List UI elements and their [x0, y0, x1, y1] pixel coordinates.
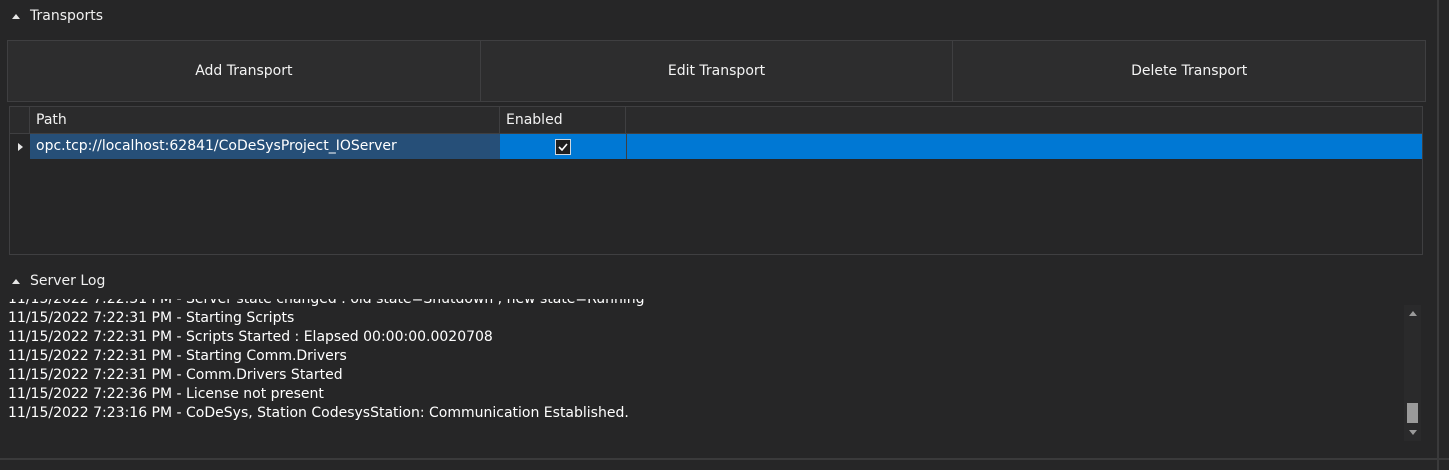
log-line: 11/15/2022 7:23:16 PM - CoDeSys, Station… — [8, 405, 629, 421]
right-divider — [1437, 0, 1439, 470]
server-log-section-header[interactable]: Server Log — [12, 270, 105, 292]
log-line: 11/15/2022 7:22:31 PM - Starting Comm.Dr… — [8, 348, 347, 364]
enabled-cell[interactable] — [500, 134, 626, 159]
scrollbar-thumb[interactable] — [1407, 403, 1418, 423]
transports-section-header[interactable]: Transports — [12, 5, 103, 27]
transports-grid[interactable]: Path Enabled opc.tcp://localhost:62841/C… — [9, 106, 1423, 255]
path-cell[interactable]: opc.tcp://localhost:62841/CoDeSysProject… — [30, 134, 500, 159]
edit-transport-button[interactable]: Edit Transport — [480, 41, 954, 101]
log-line: 11/15/2022 7:22:31 PM - Starting Scripts — [8, 310, 295, 326]
row-header[interactable] — [10, 134, 30, 159]
delete-transport-button[interactable]: Delete Transport — [953, 41, 1426, 101]
column-header-enabled[interactable]: Enabled — [500, 107, 626, 133]
log-line: 11/15/2022 7:22:31 PM - Comm.Drivers Sta… — [8, 367, 343, 383]
log-line: 11/15/2022 7:22:36 PM - License not pres… — [8, 386, 324, 402]
bottom-divider — [0, 458, 1449, 460]
grid-header: Path Enabled — [10, 107, 1422, 134]
server-log-text[interactable]: 11/15/2022 7:22:31 PM - Server state cha… — [8, 299, 1398, 439]
log-scrollbar[interactable] — [1404, 305, 1421, 441]
transport-toolbar: Add Transport Edit Transport Delete Tran… — [7, 40, 1426, 102]
row-header-corner — [10, 107, 30, 133]
scroll-down-icon[interactable] — [1404, 424, 1421, 441]
checkmark-icon — [558, 142, 568, 151]
scroll-up-icon[interactable] — [1404, 305, 1421, 322]
server-log-title: Server Log — [30, 273, 106, 289]
collapse-triangle-icon[interactable] — [12, 278, 20, 284]
row-fill — [626, 134, 1422, 159]
log-line: 11/15/2022 7:22:31 PM - Scripts Started … — [8, 329, 493, 345]
current-row-indicator-icon — [17, 142, 23, 151]
table-row[interactable]: opc.tcp://localhost:62841/CoDeSysProject… — [10, 134, 1422, 159]
log-line: 11/15/2022 7:22:31 PM - Server state cha… — [8, 299, 645, 307]
transports-title: Transports — [30, 8, 103, 24]
collapse-triangle-icon[interactable] — [12, 13, 20, 19]
column-header-path[interactable]: Path — [30, 107, 500, 133]
add-transport-button[interactable]: Add Transport — [8, 41, 481, 101]
enabled-checkbox[interactable] — [555, 138, 571, 155]
